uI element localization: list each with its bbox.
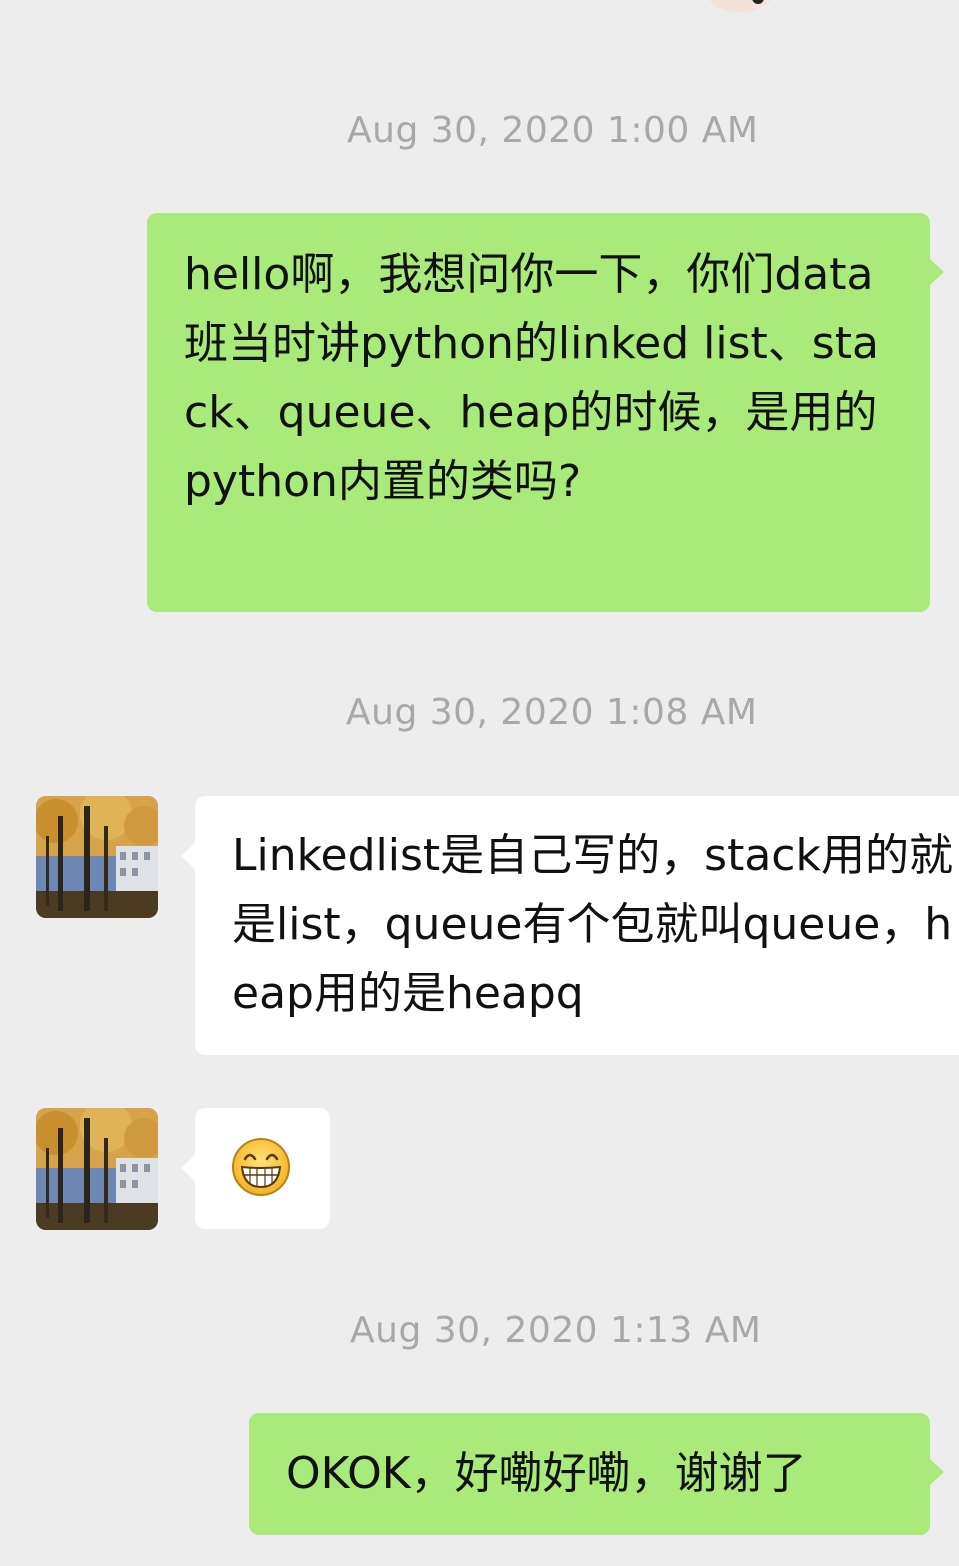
incoming-message-bubble[interactable]: Linkedlist是自己写的，stack用的就是list，queue有个包就叫… xyxy=(195,796,959,1055)
chat-view: Aug 30, 2020 1:00 AM hello啊，我想问你一下，你们dat… xyxy=(0,0,959,1566)
bubble-tail xyxy=(181,1155,195,1181)
bubble-tail xyxy=(930,1459,944,1485)
message-text: Linkedlist是自己写的，stack用的就是list，queue有个包就叫… xyxy=(232,830,953,1019)
own-avatar-partial[interactable] xyxy=(700,0,780,12)
contact-avatar[interactable] xyxy=(36,1108,158,1230)
contact-avatar[interactable] xyxy=(36,796,158,918)
message-text: hello啊，我想问你一下，你们data班当时讲python的linked li… xyxy=(184,249,879,507)
bubble-tail xyxy=(181,843,195,869)
message-text: OKOK，好嘞好嘞，谢谢了 xyxy=(286,1448,807,1499)
outgoing-message-bubble[interactable]: hello啊，我想问你一下，你们data班当时讲python的linked li… xyxy=(147,213,930,612)
avatar-photo-icon xyxy=(36,796,158,918)
timestamp: Aug 30, 2020 1:08 AM xyxy=(346,692,758,733)
timestamp: Aug 30, 2020 1:00 AM xyxy=(347,110,759,151)
grin-emoji-icon xyxy=(231,1137,291,1197)
timestamp: Aug 30, 2020 1:13 AM xyxy=(350,1310,762,1351)
incoming-emoji-bubble[interactable] xyxy=(195,1108,330,1229)
avatar-photo-icon xyxy=(36,1108,158,1230)
outgoing-message-bubble[interactable]: OKOK，好嘞好嘞，谢谢了 xyxy=(249,1413,930,1535)
bubble-tail xyxy=(930,259,944,285)
